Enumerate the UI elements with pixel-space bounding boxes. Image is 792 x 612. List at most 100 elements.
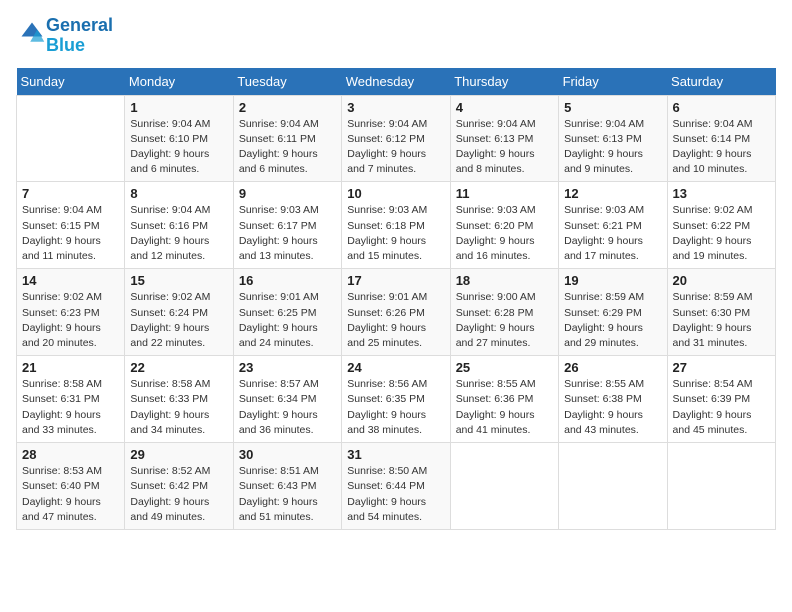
calendar-week-row: 14 Sunrise: 9:02 AMSunset: 6:23 PMDayligh… [17, 269, 776, 356]
calendar-week-row: 1 Sunrise: 9:04 AMSunset: 6:10 PMDaylight… [17, 95, 776, 182]
column-header-sunday: Sunday [17, 68, 125, 96]
day-info: Sunrise: 9:00 AMSunset: 6:28 PMDaylight:… [456, 290, 553, 351]
day-number: 10 [347, 186, 444, 201]
day-number: 5 [564, 100, 661, 115]
day-number: 26 [564, 360, 661, 375]
day-info: Sunrise: 9:04 AMSunset: 6:13 PMDaylight:… [456, 117, 553, 178]
calendar-cell: 30Sunrise: 8:51 AMSunset: 6:43 PMDayligh… [233, 443, 341, 530]
day-info: Sunrise: 9:03 AMSunset: 6:20 PMDaylight:… [456, 203, 553, 264]
day-number: 29 [130, 447, 227, 462]
day-info: Sunrise: 8:55 AMSunset: 6:38 PMDaylight:… [564, 377, 661, 438]
calendar-cell: 22 Sunrise: 8:58 AMSunset: 6:33 PMDayligh… [125, 356, 233, 443]
day-info: Sunrise: 9:04 AMSunset: 6:15 PMDaylight:… [22, 203, 119, 264]
column-header-saturday: Saturday [667, 68, 775, 96]
calendar-cell: 13Sunrise: 9:02 AMSunset: 6:22 PMDayligh… [667, 182, 775, 269]
calendar-cell: 24 Sunrise: 8:56 AMSunset: 6:35 PMDayligh… [342, 356, 450, 443]
day-number: 14 [22, 273, 119, 288]
calendar-cell: 9 Sunrise: 9:03 AMSunset: 6:17 PMDaylight… [233, 182, 341, 269]
calendar-cell: 15 Sunrise: 9:02 AMSunset: 6:24 PMDayligh… [125, 269, 233, 356]
day-info: Sunrise: 8:56 AMSunset: 6:35 PMDaylight:… [347, 377, 444, 438]
day-info: Sunrise: 9:04 AMSunset: 6:14 PMDaylight:… [673, 117, 770, 178]
calendar-week-row: 28 Sunrise: 8:53 AMSunset: 6:40 PMDayligh… [17, 443, 776, 530]
day-info: Sunrise: 8:52 AMSunset: 6:42 PMDaylight:… [130, 464, 227, 525]
calendar-cell: 8 Sunrise: 9:04 AMSunset: 6:16 PMDaylight… [125, 182, 233, 269]
day-number: 18 [456, 273, 553, 288]
calendar-cell [667, 443, 775, 530]
calendar-cell [450, 443, 558, 530]
calendar-cell: 27Sunrise: 8:54 AMSunset: 6:39 PMDayligh… [667, 356, 775, 443]
day-info: Sunrise: 9:02 AMSunset: 6:24 PMDaylight:… [130, 290, 227, 351]
calendar-cell: 14 Sunrise: 9:02 AMSunset: 6:23 PMDayligh… [17, 269, 125, 356]
day-number: 6 [673, 100, 770, 115]
calendar-cell: 21 Sunrise: 8:58 AMSunset: 6:31 PMDayligh… [17, 356, 125, 443]
day-number: 21 [22, 360, 119, 375]
day-number: 4 [456, 100, 553, 115]
calendar-cell [17, 95, 125, 182]
day-number: 24 [347, 360, 444, 375]
column-header-monday: Monday [125, 68, 233, 96]
calendar-week-row: 7 Sunrise: 9:04 AMSunset: 6:15 PMDaylight… [17, 182, 776, 269]
calendar-cell [559, 443, 667, 530]
column-header-tuesday: Tuesday [233, 68, 341, 96]
day-number: 22 [130, 360, 227, 375]
day-number: 13 [673, 186, 770, 201]
day-info: Sunrise: 9:02 AMSunset: 6:23 PMDaylight:… [22, 290, 119, 351]
day-number: 9 [239, 186, 336, 201]
calendar-cell: 12Sunrise: 9:03 AMSunset: 6:21 PMDayligh… [559, 182, 667, 269]
calendar-cell: 10 Sunrise: 9:03 AMSunset: 6:18 PMDayligh… [342, 182, 450, 269]
calendar-cell: 6 Sunrise: 9:04 AMSunset: 6:14 PMDaylight… [667, 95, 775, 182]
day-number: 19 [564, 273, 661, 288]
day-info: Sunrise: 8:59 AMSunset: 6:30 PMDaylight:… [673, 290, 770, 351]
day-info: Sunrise: 9:04 AMSunset: 6:12 PMDaylight:… [347, 117, 444, 178]
day-info: Sunrise: 8:59 AMSunset: 6:29 PMDaylight:… [564, 290, 661, 351]
calendar-cell: 11 Sunrise: 9:03 AMSunset: 6:20 PMDayligh… [450, 182, 558, 269]
day-info: Sunrise: 9:04 AMSunset: 6:13 PMDaylight:… [564, 117, 661, 178]
calendar-cell: 16Sunrise: 9:01 AMSunset: 6:25 PMDayligh… [233, 269, 341, 356]
calendar-body: 1 Sunrise: 9:04 AMSunset: 6:10 PMDaylight… [17, 95, 776, 529]
day-number: 31 [347, 447, 444, 462]
calendar-table: SundayMondayTuesdayWednesdayThursdayFrid… [16, 68, 776, 530]
calendar-cell: 17 Sunrise: 9:01 AMSunset: 6:26 PMDayligh… [342, 269, 450, 356]
logo: GeneralBlue [16, 16, 113, 56]
day-number: 30 [239, 447, 336, 462]
day-info: Sunrise: 8:50 AMSunset: 6:44 PMDaylight:… [347, 464, 444, 525]
column-header-thursday: Thursday [450, 68, 558, 96]
day-number: 16 [239, 273, 336, 288]
day-info: Sunrise: 9:04 AMSunset: 6:10 PMDaylight:… [130, 117, 227, 178]
calendar-cell: 1 Sunrise: 9:04 AMSunset: 6:10 PMDaylight… [125, 95, 233, 182]
day-info: Sunrise: 8:57 AMSunset: 6:34 PMDaylight:… [239, 377, 336, 438]
day-info: Sunrise: 9:04 AMSunset: 6:11 PMDaylight:… [239, 117, 336, 178]
day-number: 25 [456, 360, 553, 375]
calendar-cell: 29 Sunrise: 8:52 AMSunset: 6:42 PMDayligh… [125, 443, 233, 530]
day-number: 20 [673, 273, 770, 288]
day-info: Sunrise: 9:03 AMSunset: 6:17 PMDaylight:… [239, 203, 336, 264]
day-number: 11 [456, 186, 553, 201]
day-info: Sunrise: 9:04 AMSunset: 6:16 PMDaylight:… [130, 203, 227, 264]
day-number: 28 [22, 447, 119, 462]
day-number: 15 [130, 273, 227, 288]
day-info: Sunrise: 9:01 AMSunset: 6:26 PMDaylight:… [347, 290, 444, 351]
day-number: 17 [347, 273, 444, 288]
calendar-cell: 5 Sunrise: 9:04 AMSunset: 6:13 PMDaylight… [559, 95, 667, 182]
calendar-cell: 2 Sunrise: 9:04 AMSunset: 6:11 PMDaylight… [233, 95, 341, 182]
day-info: Sunrise: 8:58 AMSunset: 6:33 PMDaylight:… [130, 377, 227, 438]
calendar-header-row: SundayMondayTuesdayWednesdayThursdayFrid… [17, 68, 776, 96]
day-info: Sunrise: 8:54 AMSunset: 6:39 PMDaylight:… [673, 377, 770, 438]
calendar-cell: 18 Sunrise: 9:00 AMSunset: 6:28 PMDayligh… [450, 269, 558, 356]
calendar-cell: 25 Sunrise: 8:55 AMSunset: 6:36 PMDayligh… [450, 356, 558, 443]
day-number: 8 [130, 186, 227, 201]
calendar-cell: 3Sunrise: 9:04 AMSunset: 6:12 PMDaylight… [342, 95, 450, 182]
day-number: 2 [239, 100, 336, 115]
day-number: 1 [130, 100, 227, 115]
day-info: Sunrise: 8:58 AMSunset: 6:31 PMDaylight:… [22, 377, 119, 438]
calendar-cell: 20 Sunrise: 8:59 AMSunset: 6:30 PMDayligh… [667, 269, 775, 356]
day-number: 23 [239, 360, 336, 375]
day-info: Sunrise: 8:55 AMSunset: 6:36 PMDaylight:… [456, 377, 553, 438]
day-info: Sunrise: 8:53 AMSunset: 6:40 PMDaylight:… [22, 464, 119, 525]
day-info: Sunrise: 9:03 AMSunset: 6:18 PMDaylight:… [347, 203, 444, 264]
logo-icon [18, 19, 46, 47]
day-number: 7 [22, 186, 119, 201]
column-header-wednesday: Wednesday [342, 68, 450, 96]
logo-text: GeneralBlue [46, 16, 113, 56]
column-header-friday: Friday [559, 68, 667, 96]
